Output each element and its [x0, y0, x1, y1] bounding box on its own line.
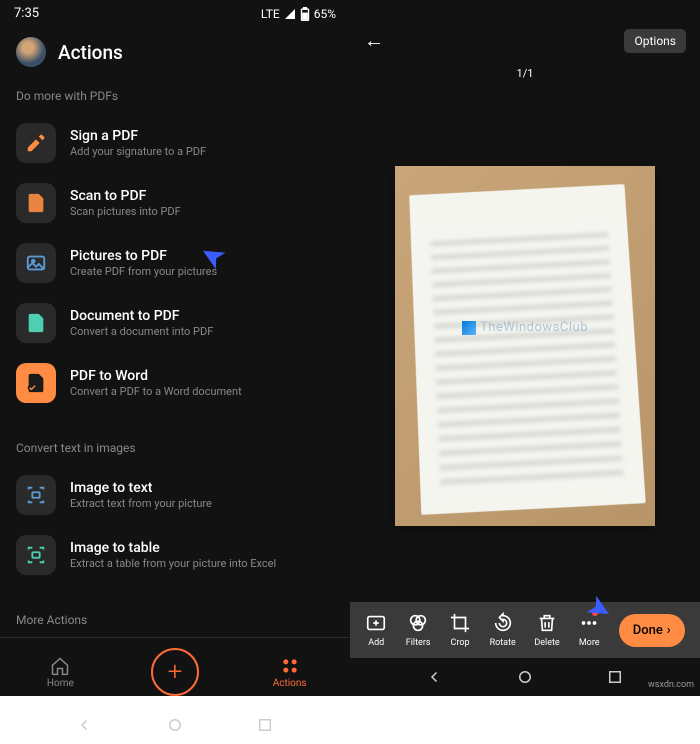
left-phone-screen: 7:35 LTE 65% Actions Do more with PDFs S… [0, 0, 350, 696]
pictures-icon [16, 243, 56, 283]
pdf-word-icon [16, 363, 56, 403]
scan-icon [16, 183, 56, 223]
tool-label: Crop [451, 638, 470, 648]
delete-icon [536, 612, 558, 634]
sign-icon [16, 123, 56, 163]
section-header-pdfs: Do more with PDFs [0, 77, 350, 113]
action-scan-pdf[interactable]: Scan to PDF Scan pictures into PDF [0, 173, 350, 233]
section-header-images: Convert text in images [0, 429, 350, 465]
battery-icon [300, 7, 310, 21]
add-icon [365, 612, 387, 634]
action-title: Scan to PDF [70, 188, 181, 204]
tool-crop[interactable]: Crop [449, 612, 471, 648]
done-label: Done [633, 623, 663, 638]
tool-rotate[interactable]: Rotate [490, 612, 516, 648]
preview-area[interactable] [350, 90, 700, 602]
action-sign-pdf[interactable]: Sign a PDF Add your signature to a PDF [0, 113, 350, 173]
actions-icon [280, 656, 300, 676]
filters-icon [407, 612, 429, 634]
tool-add[interactable]: Add [365, 612, 387, 648]
action-subtitle: Convert a PDF to a Word document [70, 385, 242, 398]
action-doc-pdf[interactable]: Document to PDF Convert a document into … [0, 293, 350, 353]
status-bar [350, 0, 700, 18]
chevron-right-icon: › [667, 623, 671, 638]
image-text-icon [16, 475, 56, 515]
action-subtitle: Extract text from your picture [70, 497, 212, 510]
watermark: TheWindowsClub [462, 320, 588, 335]
android-nav [350, 658, 700, 696]
page-title: Actions [58, 41, 123, 64]
tool-delete[interactable]: Delete [534, 612, 559, 648]
options-button[interactable]: Options [624, 29, 686, 53]
recent-icon[interactable] [606, 668, 624, 686]
edit-toolbar: Add Filters Crop Rotate Delete More Done… [350, 602, 700, 658]
action-title: PDF to Word [70, 368, 242, 384]
right-phone-screen: TheWindowsClub ← Options 1/1 Add Filters… [350, 0, 700, 696]
action-subtitle: Scan pictures into PDF [70, 205, 181, 218]
tool-label: Rotate [490, 638, 516, 648]
action-subtitle: Extract a table from your picture into E… [70, 557, 276, 570]
home-nav-icon[interactable] [166, 716, 184, 734]
action-subtitle: Add your signature to a PDF [70, 145, 206, 158]
crop-icon [449, 612, 471, 634]
action-image-text[interactable]: Image to text Extract text from your pic… [0, 465, 350, 525]
tool-label: More [579, 638, 600, 648]
back-icon[interactable] [76, 716, 94, 734]
done-button[interactable]: Done › [619, 614, 685, 647]
tool-label: Delete [534, 638, 559, 648]
home-icon [50, 656, 70, 676]
home-nav-icon[interactable] [516, 668, 534, 686]
tool-filters[interactable]: Filters [406, 612, 431, 648]
action-image-table[interactable]: Image to table Extract a table from your… [0, 525, 350, 585]
nav-label: Home [47, 678, 74, 689]
signal-icon [284, 8, 296, 20]
action-title: Document to PDF [70, 308, 213, 324]
image-table-icon [16, 535, 56, 575]
nav-actions[interactable]: Actions [260, 656, 320, 689]
tool-label: Filters [406, 638, 431, 648]
status-bar: 7:35 LTE 65% [0, 0, 350, 27]
avatar[interactable] [16, 37, 46, 67]
tool-label: Add [368, 638, 384, 648]
page-header: Actions [0, 27, 350, 77]
action-title: Image to table [70, 540, 276, 556]
action-pdf-word[interactable]: PDF to Word Convert a PDF to a Word docu… [0, 353, 350, 413]
action-title: Sign a PDF [70, 128, 206, 144]
action-title: Image to text [70, 480, 212, 496]
back-button[interactable]: ← [364, 28, 384, 53]
status-battery: 65% [314, 7, 336, 21]
document-icon [16, 303, 56, 343]
fab-add[interactable]: + [151, 648, 199, 696]
rotate-icon [492, 612, 514, 634]
preview-header: ← Options [350, 18, 700, 63]
action-subtitle: Convert a document into PDF [70, 325, 213, 338]
back-icon[interactable] [426, 668, 444, 686]
status-time: 7:35 [14, 6, 39, 21]
page-counter: 1/1 [350, 63, 700, 90]
recent-icon[interactable] [256, 716, 274, 734]
section-header-more: More Actions [0, 601, 350, 637]
nav-home[interactable]: Home [30, 656, 90, 689]
scanned-image [395, 166, 655, 526]
action-pictures-pdf[interactable]: Pictures to PDF Create PDF from your pic… [0, 233, 350, 293]
android-nav [0, 706, 350, 744]
credit: wsxdn.com [648, 680, 694, 690]
nav-label: Actions [273, 678, 307, 689]
status-network: LTE [261, 7, 280, 21]
